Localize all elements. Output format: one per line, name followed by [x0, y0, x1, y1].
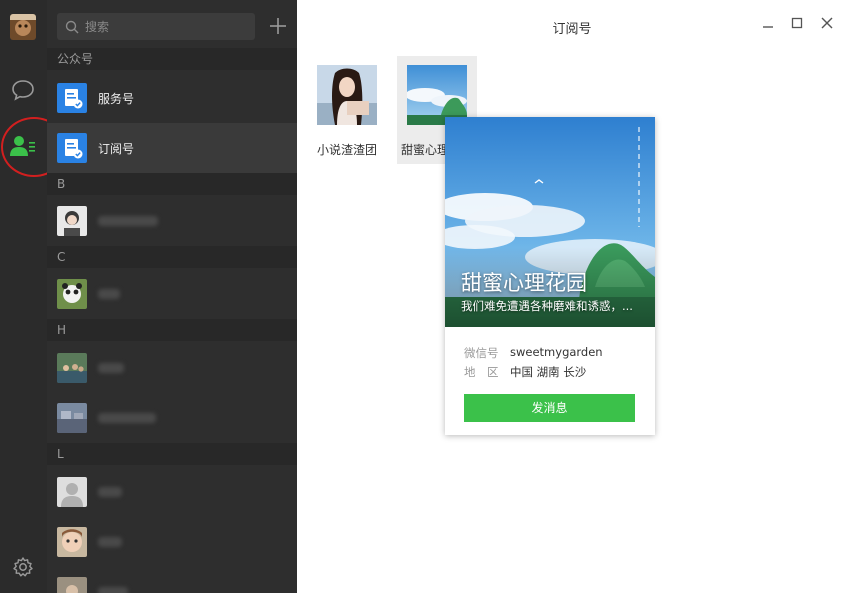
- wechat-id-row: 微信号 sweetmygarden: [464, 345, 603, 361]
- list-item[interactable]: [47, 393, 297, 443]
- avatar: [57, 477, 87, 507]
- card-cover-title: 甜蜜心理花园: [461, 271, 587, 295]
- section-header-official: 公众号: [47, 48, 297, 70]
- minimize-button[interactable]: [761, 16, 775, 30]
- contact-name-redacted: [98, 487, 122, 497]
- list-item[interactable]: [47, 517, 297, 567]
- contact-name-redacted: [98, 289, 120, 299]
- avatar: [57, 206, 87, 236]
- wechat-id-label: 微信号: [464, 346, 499, 360]
- account-avatar: [317, 65, 377, 125]
- sidebar-item-service-accounts[interactable]: 服务号: [47, 73, 297, 123]
- account-tile[interactable]: 小说渣渣团: [307, 56, 387, 164]
- sidebar-item-subscriptions[interactable]: 订阅号: [47, 123, 297, 173]
- region-row: 地 区 中国 湖南 长沙: [464, 364, 586, 380]
- list-item[interactable]: [47, 343, 297, 393]
- add-button[interactable]: [267, 14, 289, 38]
- send-message-button[interactable]: 发消息: [464, 394, 635, 422]
- section-header-b: B: [47, 173, 297, 195]
- contact-name-redacted: [98, 537, 122, 547]
- list-item[interactable]: [47, 196, 297, 246]
- page-title: 订阅号: [552, 22, 592, 37]
- contact-name-redacted: [98, 216, 158, 226]
- plus-icon: [270, 18, 286, 34]
- maximize-icon: [791, 17, 803, 29]
- account-cover-image: 甜蜜心理花园 我们难免遭遇各种磨难和诱惑，...: [445, 117, 655, 327]
- list-item[interactable]: [47, 567, 297, 593]
- icon-rail: [0, 0, 47, 593]
- section-header-l: L: [47, 443, 297, 465]
- avatar: [57, 577, 87, 593]
- contact-name-redacted: [98, 587, 128, 593]
- avatar: [57, 279, 87, 309]
- search-input[interactable]: 搜索: [57, 13, 255, 40]
- minimize-icon: [763, 26, 773, 28]
- card-cover-description: 我们难免遭遇各种磨难和诱惑，...: [461, 299, 633, 313]
- list-item[interactable]: [47, 467, 297, 517]
- search-placeholder: 搜索: [85, 20, 110, 34]
- user-avatar[interactable]: [10, 14, 36, 40]
- service-account-icon: [57, 83, 87, 113]
- main-panel: 订阅号 小说渣渣团 甜蜜心理花园 甜蜜心理花园 我们难免遭遇各种磨难和诱惑，..…: [297, 0, 841, 593]
- section-header-c: C: [47, 246, 297, 268]
- account-avatar: [407, 65, 467, 125]
- region-label: 地 区: [464, 365, 499, 379]
- search-icon: [65, 20, 79, 33]
- subscription-account-icon: [57, 133, 87, 163]
- list-item[interactable]: [47, 269, 297, 319]
- contact-name-redacted: [98, 413, 156, 423]
- section-header-h: H: [47, 319, 297, 341]
- close-button[interactable]: [820, 16, 834, 30]
- close-icon: [821, 17, 833, 29]
- account-name: 小说渣渣团: [316, 143, 377, 157]
- maximize-button[interactable]: [790, 16, 804, 30]
- avatar: [57, 403, 87, 433]
- region-value: 中国 湖南 长沙: [510, 365, 587, 379]
- wechat-id-value: sweetmygarden: [510, 345, 603, 359]
- contact-name-redacted: [98, 363, 124, 373]
- sidebar-item-label: 订阅号: [98, 141, 135, 156]
- account-profile-card: 甜蜜心理花园 我们难免遭遇各种磨难和诱惑，... 微信号 sweetmygard…: [445, 117, 655, 435]
- sidebar-item-label: 服务号: [98, 91, 135, 106]
- gear-icon[interactable]: [9, 553, 37, 581]
- avatar: [57, 353, 87, 383]
- contact-list: 搜索 公众号 服务号 订阅号 B C H L: [47, 0, 297, 593]
- avatar: [57, 527, 87, 557]
- chat-icon[interactable]: [9, 76, 37, 104]
